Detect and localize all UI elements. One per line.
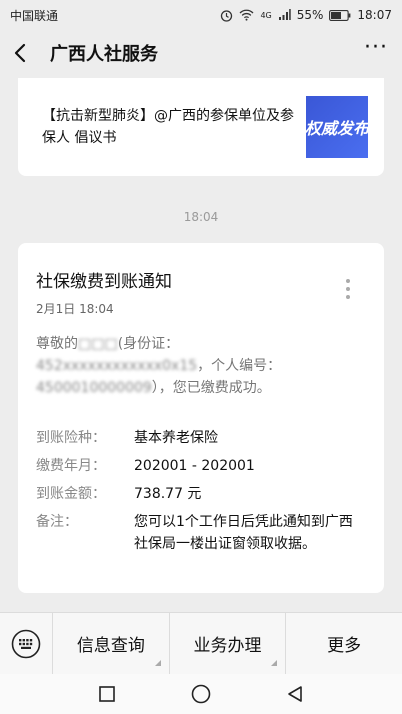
triangle-back-icon	[288, 686, 302, 702]
notification-title: 社保缴费到账通知	[36, 272, 172, 292]
system-back-button[interactable]	[283, 682, 307, 706]
chevron-left-icon	[14, 43, 26, 63]
menu-item-info-query[interactable]: 信息查询	[52, 613, 169, 674]
network-type: 4G	[260, 10, 272, 20]
back-button[interactable]	[14, 41, 32, 65]
message-timestamp: 18:04	[183, 210, 219, 224]
menu-item-business[interactable]: 业务办理	[168, 613, 286, 674]
notification-card[interactable]: 社保缴费到账通知 2月1日 18:04 尊敬的□□□(身份证： 452xxxxx…	[18, 243, 384, 593]
notification-date: 2月1日 18:04	[36, 302, 114, 316]
thumbnail-caption: 权威发布	[306, 119, 368, 138]
field-row: 到账金额： 738.77 元	[36, 483, 366, 505]
menu-item-label: 信息查询	[76, 636, 145, 656]
home-button[interactable]	[189, 682, 213, 706]
greeting-prefix: 尊敬的	[36, 336, 78, 352]
field-row: 备注： 您可以1个工作日后凭此通知到广西社保局一楼出证窗领取收据。	[36, 511, 366, 555]
menu-item-label: 更多	[327, 636, 362, 656]
field-value: 738.77 元	[134, 486, 202, 502]
greeting-text: 尊敬的□□□(身份证： 452xxxxxxxxxxxx0x15，个人编号： 45…	[36, 333, 366, 399]
greeting-suffix: ），您已缴费成功。	[151, 380, 271, 396]
card-menu-icon[interactable]	[346, 279, 350, 299]
battery-icon	[329, 9, 351, 21]
cell-signal-icon	[278, 9, 291, 21]
menu-item-label: 业务办理	[193, 636, 262, 656]
greeting-name-redacted: □□□	[78, 336, 118, 352]
field-label: 缴费年月：	[36, 458, 106, 474]
alarm-icon	[220, 9, 233, 22]
page-title: 广西人社服务	[50, 44, 158, 65]
square-icon	[99, 686, 115, 702]
greeting-id-redacted: 452xxxxxxxxxxxx0x15	[36, 358, 198, 374]
field-value: 您可以1个工作日后凭此通知到广西社保局一楼出证窗领取收据。	[134, 514, 353, 552]
article-card[interactable]: 【抗击新型肺炎】@广西的参保单位及参保人 倡议书 权威发布	[18, 78, 384, 176]
more-options-button[interactable]: ···	[364, 37, 388, 63]
menu-item-more[interactable]: 更多	[285, 613, 402, 674]
article-thumbnail: 权威发布	[306, 96, 368, 158]
submenu-indicator-icon	[271, 660, 278, 666]
keyboard-toggle-button[interactable]	[0, 613, 52, 674]
field-value: 202001 - 202001	[134, 458, 255, 474]
submenu-indicator-icon	[154, 660, 161, 666]
battery-percent: 55%	[296, 8, 324, 22]
article-title: 【抗击新型肺炎】@广西的参保单位及参保人 倡议书	[42, 108, 294, 146]
clock: 18:07	[357, 8, 392, 22]
greeting-person-label: ，个人编号：	[197, 358, 282, 374]
wifi-icon	[239, 9, 254, 21]
ellipsis-icon: ···	[364, 35, 388, 60]
field-row: 到账险种： 基本养老保险	[36, 427, 366, 449]
circle-icon	[191, 684, 211, 704]
greeting-person-redacted: 4500010000009	[36, 380, 152, 396]
notification-fields: 到账险种： 基本养老保险 缴费年月： 202001 - 202001 到账金额：…	[36, 427, 366, 555]
bottom-menu-bar: 信息查询 业务办理 更多	[0, 612, 402, 674]
nav-bar: 广西人社服务 ···	[0, 30, 402, 76]
keyboard-icon	[11, 629, 41, 658]
carrier-label: 中国联通	[10, 8, 59, 23]
field-label: 到账金额：	[36, 486, 106, 502]
field-value: 基本养老保险	[134, 430, 218, 446]
field-row: 缴费年月： 202001 - 202001	[36, 455, 366, 477]
status-bar: 中国联通 4G 55% 18:07	[0, 0, 402, 30]
greeting-id-label: (身份证：	[117, 336, 180, 352]
system-nav-bar	[0, 674, 402, 714]
field-label: 到账险种：	[36, 430, 106, 446]
field-label: 备注：	[36, 514, 78, 530]
signal-icon: 4G	[260, 10, 272, 20]
recents-button[interactable]	[95, 682, 119, 706]
